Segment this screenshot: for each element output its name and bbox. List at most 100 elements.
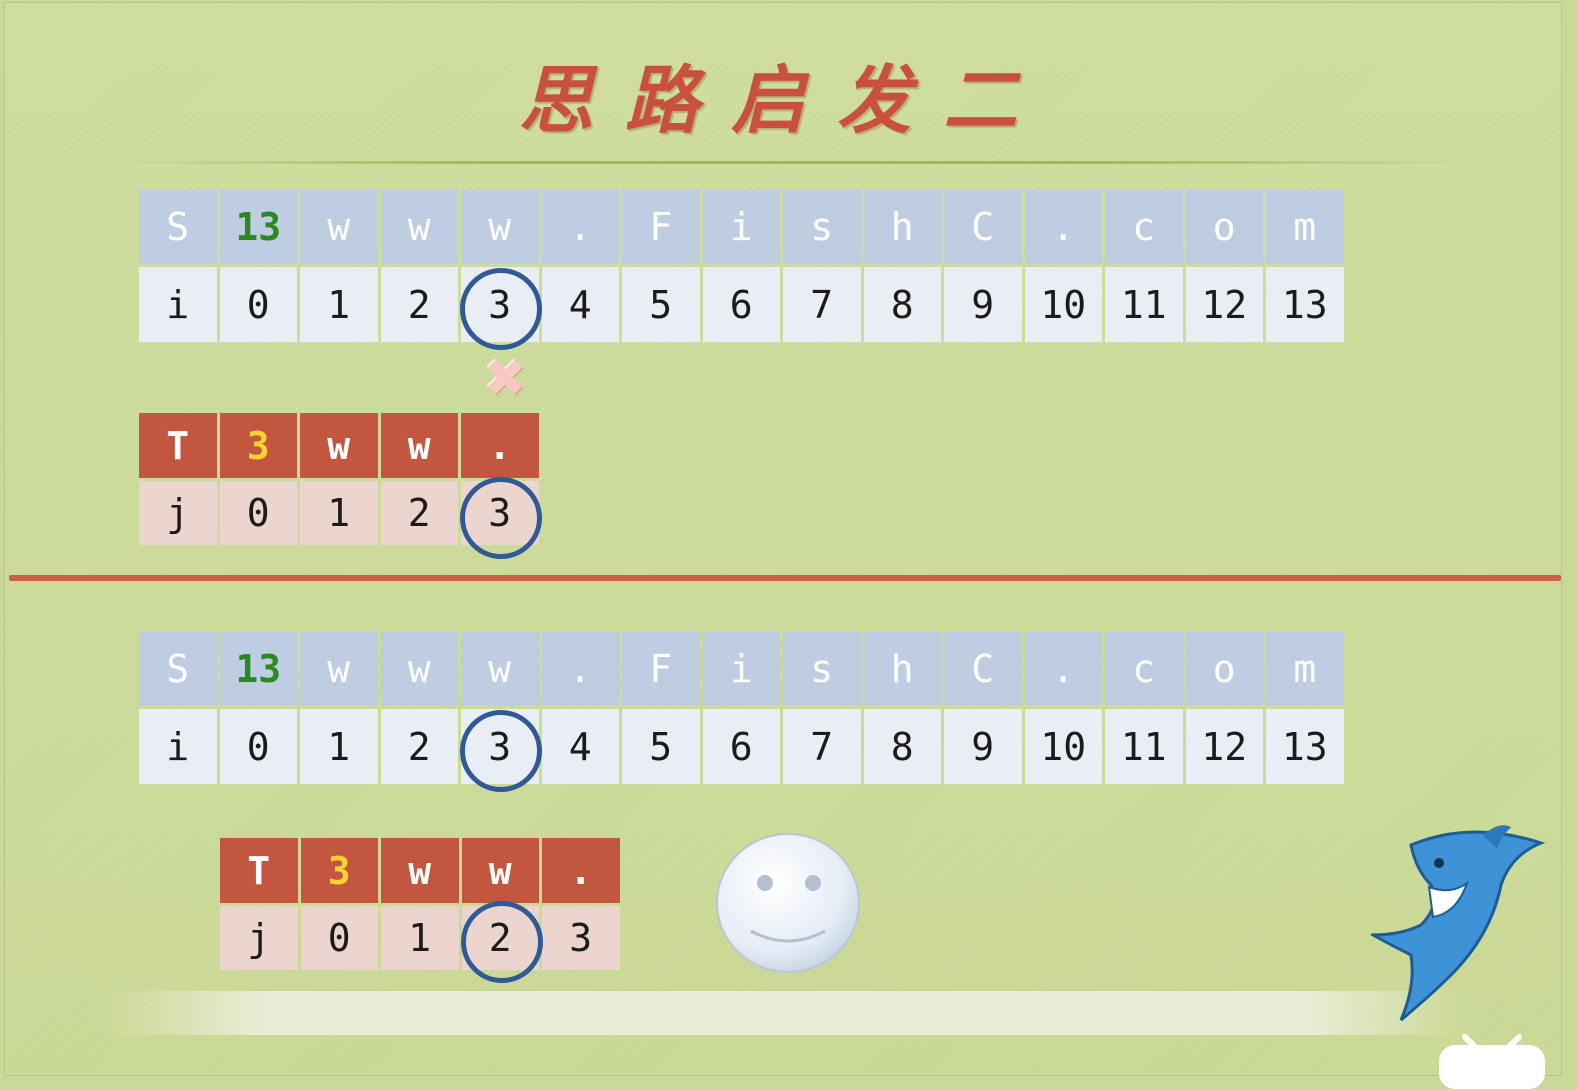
top-s-char-cell: h (863, 189, 941, 264)
bottom-s-index-cell: 11 (1105, 709, 1183, 784)
top-s-index-cell: 7 (783, 267, 861, 342)
top-s-char-row: S 13 w w w . F i s h C . c o m (139, 189, 1344, 264)
top-s-char-cell: . (541, 189, 619, 264)
top-s-index-cell: 2 (380, 267, 458, 342)
top-s-char-cell: o (1185, 189, 1263, 264)
top-s-char-cell: . (1024, 189, 1102, 264)
top-s-index-cell: 0 (219, 267, 297, 342)
top-t-index-cell: 2 (380, 481, 458, 545)
top-s-index-row: i 0 1 2 3 4 5 6 7 8 9 10 11 12 13 (139, 267, 1344, 342)
bottom-pattern-table: T 3 w w . j 0 1 2 3 (220, 838, 620, 970)
top-s-char-cell: m (1266, 189, 1344, 264)
bottom-s-index-cell: 2 (380, 709, 458, 784)
bottom-s-char-cell: C (944, 631, 1022, 706)
bottom-s-char-cell: . (1024, 631, 1102, 706)
top-t-index-label: j (139, 481, 217, 545)
bottom-t-index-cell: 1 (381, 906, 459, 970)
bottom-t-char-row: T 3 w w . (220, 838, 620, 903)
bottom-t-index-label: j (220, 906, 298, 970)
bottom-s-char-cell: F (622, 631, 700, 706)
bottom-s-index-cell: 6 (702, 709, 780, 784)
top-t-length-cell: 3 (219, 413, 297, 478)
top-s-char-cell: i (702, 189, 780, 264)
top-t-char-cell: w (300, 413, 378, 478)
top-t-head-cell: T (139, 413, 217, 478)
bottom-s-char-cell: s (783, 631, 861, 706)
bottom-main-string-table: S 13 w w w . F i s h C . c o m i 0 1 2 3… (139, 631, 1344, 784)
top-s-index-cell: 5 (622, 267, 700, 342)
top-s-head-cell: S (139, 189, 217, 264)
bottom-s-char-cell: i (702, 631, 780, 706)
top-t-index-cell: 1 (300, 481, 378, 545)
top-s-char-cell: F (622, 189, 700, 264)
top-t-char-row: T 3 w w . (139, 413, 539, 478)
top-s-index-cell: 8 (863, 267, 941, 342)
top-s-char-cell: w (300, 189, 378, 264)
bottom-s-index-label: i (139, 709, 217, 784)
bottom-t-char-cell: w (461, 838, 539, 903)
bottom-s-char-cell: w (461, 631, 539, 706)
top-s-index-cell: 4 (541, 267, 619, 342)
bottom-t-index-cell: 3 (542, 906, 620, 970)
bottom-s-char-row: S 13 w w w . F i s h C . c o m (139, 631, 1344, 706)
top-s-length-cell: 13 (219, 189, 297, 264)
bottom-highlight-bar (105, 991, 1465, 1035)
title-underline (105, 161, 1485, 164)
shark-mascot-icon (1371, 825, 1546, 1022)
top-s-index-cell: 13 (1266, 267, 1344, 342)
bottom-s-char-cell: . (541, 631, 619, 706)
top-s-index-cell: 11 (1105, 267, 1183, 342)
top-s-char-cell: w (380, 189, 458, 264)
bottom-s-index-cell: 3 (461, 709, 539, 784)
top-s-index-cell: 6 (702, 267, 780, 342)
top-s-char-cell: c (1105, 189, 1183, 264)
tv-logo-icon (1439, 1034, 1545, 1089)
top-pattern-table: T 3 w w . j 0 1 2 3 (139, 413, 539, 545)
bottom-s-index-cell: 0 (219, 709, 297, 784)
bottom-s-index-row: i 0 1 2 3 4 5 6 7 8 9 10 11 12 13 (139, 709, 1344, 784)
bottom-s-head-cell: S (139, 631, 217, 706)
bottom-t-index-cell: 0 (300, 906, 378, 970)
slide-title: 思路启发二 (519, 58, 1049, 144)
bottom-s-char-cell: h (863, 631, 941, 706)
top-t-index-cell: 3 (461, 481, 539, 545)
bottom-t-length-cell: 3 (300, 838, 378, 903)
bottom-t-index-cell: 2 (461, 906, 539, 970)
smiley-face-icon (716, 833, 860, 973)
bottom-s-index-cell: 7 (783, 709, 861, 784)
bottom-s-char-cell: m (1266, 631, 1344, 706)
bottom-s-index-cell: 9 (944, 709, 1022, 784)
top-s-index-label: i (139, 267, 217, 342)
bottom-s-index-cell: 5 (622, 709, 700, 784)
top-s-index-cell: 10 (1024, 267, 1102, 342)
bottom-s-index-cell: 12 (1185, 709, 1263, 784)
bottom-s-char-cell: w (380, 631, 458, 706)
bottom-s-index-cell: 10 (1024, 709, 1102, 784)
top-s-char-cell: w (461, 189, 539, 264)
top-s-index-cell: 3 (461, 267, 539, 342)
bottom-t-index-row: j 0 1 2 3 (220, 906, 620, 970)
top-s-index-cell: 1 (300, 267, 378, 342)
bottom-s-char-cell: w (300, 631, 378, 706)
bottom-t-head-cell: T (220, 838, 298, 903)
bottom-s-index-cell: 13 (1266, 709, 1344, 784)
top-s-char-cell: C (944, 189, 1022, 264)
top-t-index-cell: 0 (219, 481, 297, 545)
top-main-string-table: S 13 w w w . F i s h C . c o m i 0 1 2 3… (139, 189, 1344, 342)
top-t-index-row: j 0 1 2 3 (139, 481, 539, 545)
bottom-s-char-cell: o (1185, 631, 1263, 706)
top-t-char-cell: . (461, 413, 539, 478)
bottom-t-char-cell: . (542, 838, 620, 903)
top-s-index-cell: 12 (1185, 267, 1263, 342)
section-divider (9, 575, 1561, 581)
bottom-s-index-cell: 8 (863, 709, 941, 784)
bottom-s-index-cell: 1 (300, 709, 378, 784)
bottom-s-index-cell: 4 (541, 709, 619, 784)
top-s-char-cell: s (783, 189, 861, 264)
top-s-index-cell: 9 (944, 267, 1022, 342)
bottom-t-char-cell: w (381, 838, 459, 903)
mismatch-cross-icon: ✖ (483, 349, 527, 409)
top-t-char-cell: w (380, 413, 458, 478)
slide: 思路启发二 S 13 w w w . F i s h C . c o m i 0… (4, 2, 1562, 1089)
bottom-s-length-cell: 13 (219, 631, 297, 706)
